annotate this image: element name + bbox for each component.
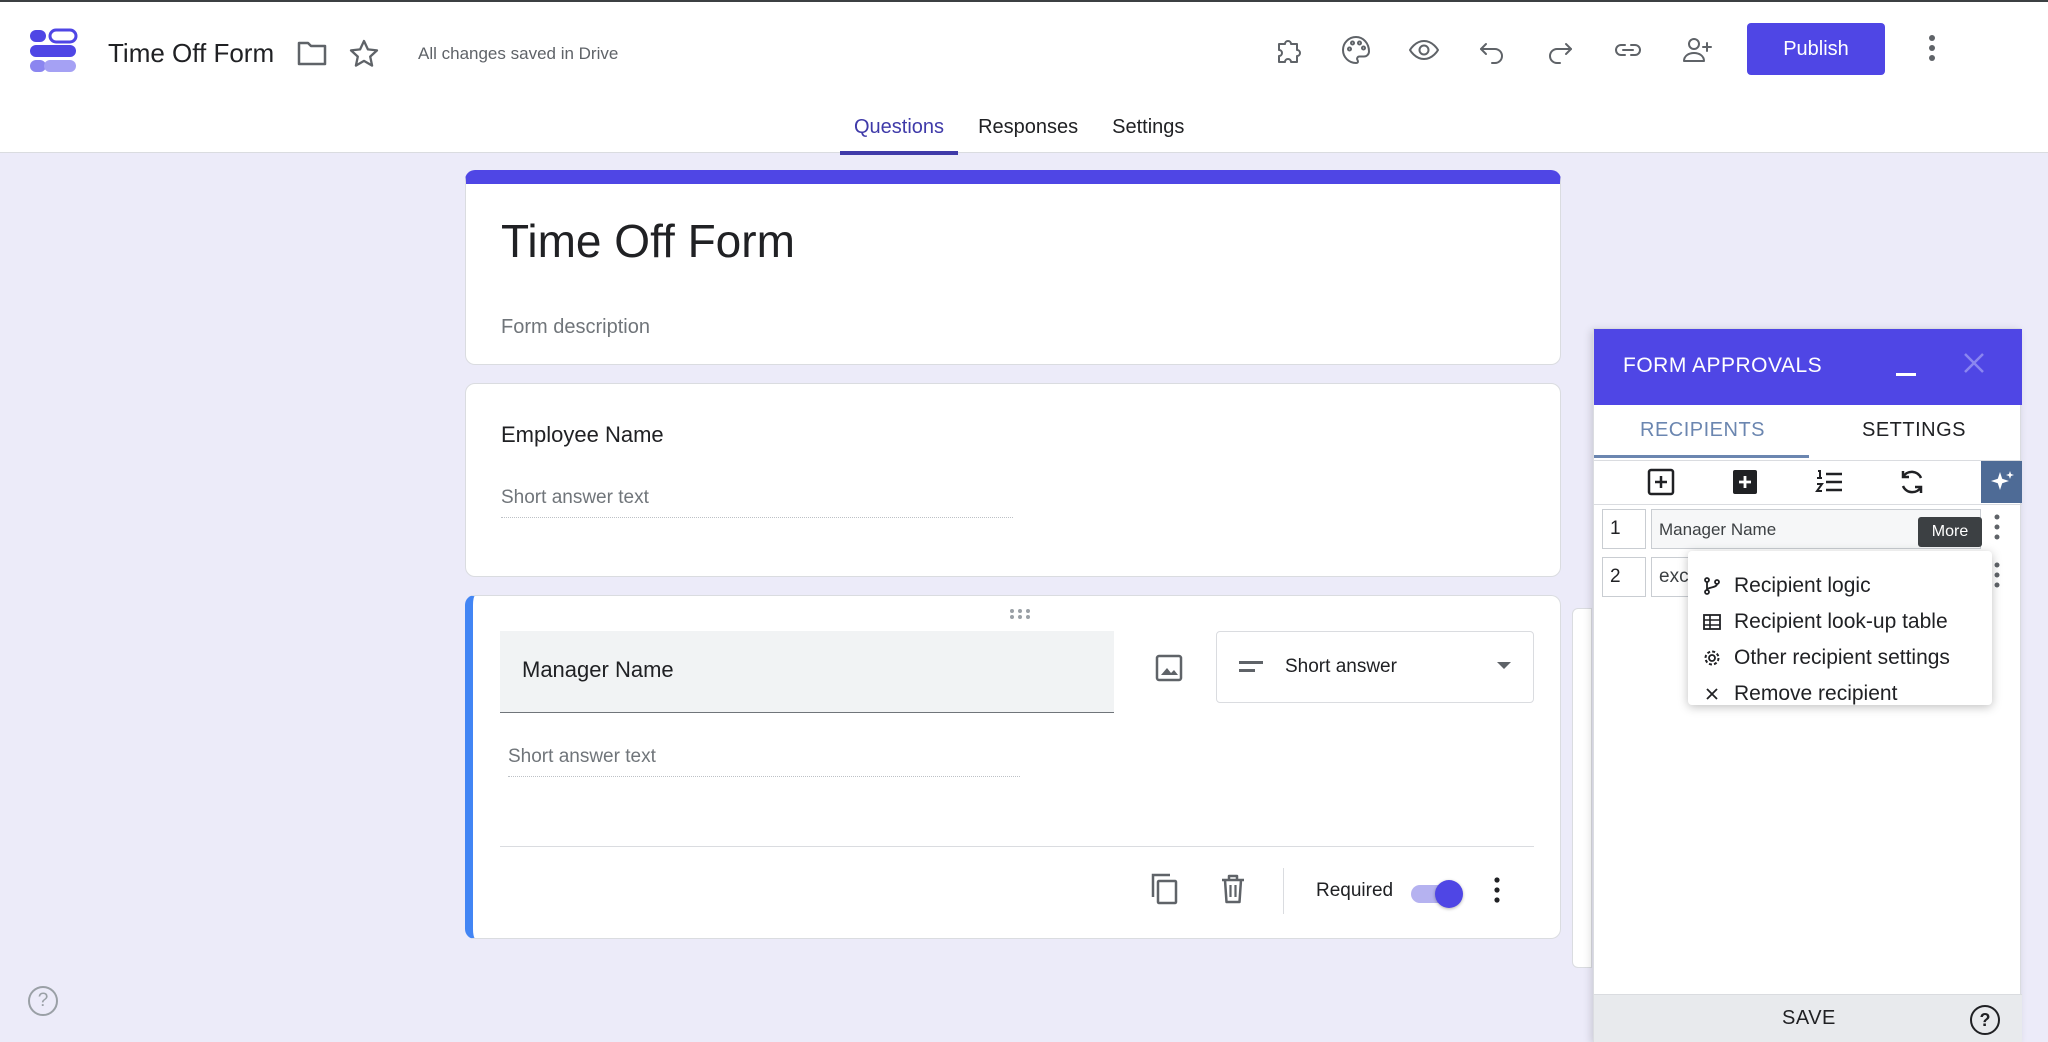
menu-item-other-settings[interactable]: Other recipient settings [1702, 643, 1950, 673]
menu-item-lookup-table[interactable]: Recipient look-up table [1702, 607, 1948, 637]
question-card-manager-name[interactable]: Manager Name Short answer Short answer t… [465, 595, 1561, 939]
star-icon[interactable] [348, 38, 380, 70]
save-button[interactable]: SAVE [1782, 1007, 1836, 1030]
menu-item-label: Other recipient settings [1734, 646, 1950, 669]
app-title[interactable]: Time Off Form [108, 38, 274, 69]
preview-eye-icon[interactable] [1406, 32, 1442, 68]
branch-icon [1704, 577, 1720, 595]
sparkle-icon [1991, 471, 2014, 490]
publish-button[interactable]: Publish [1747, 23, 1885, 75]
add-recipient-outline-icon[interactable] [1646, 467, 1676, 497]
question-more-icon[interactable] [1487, 874, 1507, 906]
tab-responses[interactable]: Responses [964, 110, 1092, 155]
table-icon [1703, 614, 1721, 630]
menu-item-label: Recipient logic [1734, 574, 1871, 597]
question-type-label: Short answer [1285, 656, 1397, 677]
top-bar: Time Off Form All changes saved in Drive… [0, 0, 2048, 155]
panel-tabs: RECIPIENTS SETTINGS [1594, 405, 2022, 461]
menu-item-label: Remove recipient [1734, 682, 1898, 705]
recipient-more-icon[interactable] [1990, 512, 2004, 542]
add-image-icon[interactable] [1153, 652, 1185, 684]
toggle-knob [1435, 880, 1463, 908]
short-answer-placeholder: Short answer text [508, 746, 1020, 777]
help-icon[interactable]: ? [1970, 1005, 2000, 1035]
close-icon[interactable] [1960, 349, 1988, 377]
add-collaborator-icon[interactable] [1679, 32, 1715, 68]
recipient-context-menu: Recipient logic Recipient look-up table … [1688, 551, 1992, 705]
save-status: All changes saved in Drive [418, 44, 619, 63]
drag-handle-icon[interactable] [1008, 608, 1032, 620]
chevron-down-icon [1497, 662, 1511, 669]
panel-header: FORM APPROVALS [1594, 329, 2022, 405]
palette-icon[interactable] [1338, 32, 1374, 68]
refresh-icon[interactable] [1897, 467, 1927, 497]
minimize-icon[interactable] [1894, 355, 1918, 379]
delete-icon[interactable] [1218, 872, 1248, 906]
question-title-input[interactable]: Manager Name [500, 631, 1114, 713]
main-tabs: Questions Responses Settings [840, 110, 1204, 155]
menu-item-label: Recipient look-up table [1734, 610, 1948, 633]
panel-title: FORM APPROVALS [1623, 354, 1823, 377]
more-options-icon[interactable] [1916, 30, 1948, 66]
ai-sparkle-button[interactable] [1981, 461, 2022, 503]
close-icon [1706, 688, 1718, 700]
duplicate-icon[interactable] [1148, 872, 1180, 906]
divider [500, 846, 1534, 847]
redo-icon[interactable] [1542, 32, 1578, 68]
form-title-card[interactable]: Time Off Form Form description [465, 170, 1561, 365]
recipient-more-icon[interactable] [1990, 560, 2004, 590]
gear-icon [1704, 650, 1720, 666]
form-title[interactable]: Time Off Form [501, 214, 795, 268]
recipient-order-field[interactable]: 2 [1602, 557, 1646, 597]
required-label: Required [1316, 880, 1394, 901]
add-recipient-filled-icon[interactable] [1730, 467, 1760, 497]
undo-icon[interactable] [1474, 32, 1510, 68]
floating-toolbar[interactable] [1572, 608, 1592, 968]
folder-icon[interactable] [296, 38, 328, 68]
addons-puzzle-icon[interactable] [1271, 32, 1307, 68]
tab-recipients[interactable]: RECIPIENTS [1640, 419, 1765, 442]
forms-logo-icon[interactable] [28, 28, 78, 74]
short-answer-placeholder: Short answer text [501, 487, 1013, 518]
question-card-employee-name[interactable]: Employee Name Short answer text [465, 383, 1561, 577]
divider [1283, 868, 1284, 914]
help-icon[interactable]: ? [28, 986, 58, 1016]
active-tab-indicator [1594, 455, 1809, 458]
link-icon[interactable] [1610, 32, 1646, 68]
recipient-order-field[interactable]: 1 [1602, 509, 1646, 549]
more-tooltip: More [1918, 517, 1982, 547]
menu-item-remove-recipient[interactable]: Remove recipient [1702, 679, 1897, 709]
numbered-list-icon[interactable] [1814, 467, 1844, 497]
menu-item-recipient-logic[interactable]: Recipient logic [1702, 571, 1871, 601]
question-title[interactable]: Employee Name [501, 422, 664, 448]
tab-questions[interactable]: Questions [840, 110, 959, 155]
panel-footer: SAVE ? [1594, 994, 2022, 1042]
tab-settings[interactable]: Settings [1098, 110, 1198, 155]
tab-panel-settings[interactable]: SETTINGS [1862, 419, 1966, 442]
question-type-select[interactable]: Short answer [1216, 631, 1534, 703]
form-description-field[interactable]: Form description [501, 316, 650, 339]
required-toggle[interactable] [1411, 878, 1463, 908]
panel-toolbar [1594, 461, 2022, 505]
short-answer-icon [1239, 661, 1263, 672]
